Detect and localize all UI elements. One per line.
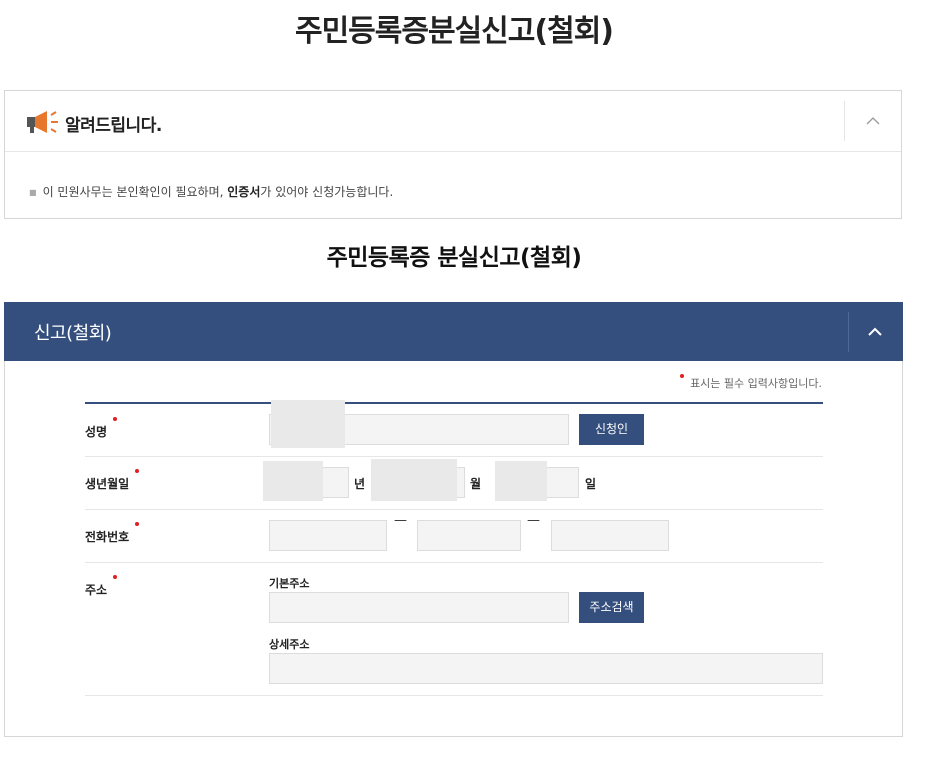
notice-text: ■ 이 민원사무는 본인확인이 필요하며, 인증서가 있어야 신청가능합니다.	[29, 183, 393, 200]
form-top-border	[85, 402, 823, 404]
month-unit: 월	[470, 477, 482, 491]
notice-header: 알려드립니다.	[5, 91, 901, 152]
basic-address-input[interactable]	[269, 592, 569, 623]
required-note: 표시는 필수 입력사항입니다.	[680, 374, 822, 391]
phone-separator: —	[527, 513, 540, 528]
notice-text-after: 가 있어야 신청가능합니다.	[260, 185, 394, 199]
redacted-year	[263, 461, 323, 501]
required-dot	[135, 469, 140, 473]
notice-box: 알려드립니다. ■ 이 민원사무는 본인확인이 필요하며, 인증서가 있어야 신청…	[4, 90, 902, 219]
phone-part1-input[interactable]	[269, 520, 387, 551]
row-divider	[85, 509, 823, 510]
redacted-month	[371, 459, 457, 501]
birth-label-text: 생년월일	[85, 477, 130, 491]
notice-text-before: 이 민원사무는 본인확인이 필요하며,	[42, 185, 228, 199]
panel-header: 신고(철회)	[4, 302, 903, 361]
required-dot	[680, 374, 685, 378]
detail-address-label: 상세주소	[269, 638, 310, 651]
form-panel: 신고(철회) 표시는 필수 입력사항입니다. 성명 신청인 생년월일 년 월 일…	[4, 302, 903, 737]
basic-address-label: 기본주소	[269, 577, 310, 590]
required-dot	[113, 417, 118, 421]
phone-separator: —	[394, 513, 407, 528]
phone-label: 전화번호	[85, 522, 140, 545]
section-title: 주민등록증 분실신고(철회)	[326, 245, 582, 271]
detail-address-input[interactable]	[269, 653, 823, 684]
bullet-icon: ■	[29, 188, 37, 197]
panel-divider	[848, 312, 849, 352]
redacted-day	[495, 461, 547, 501]
name-label: 성명	[85, 417, 118, 440]
required-dot	[135, 522, 140, 526]
day-unit: 일	[585, 477, 597, 491]
chevron-up-icon[interactable]	[867, 324, 883, 340]
name-label-text: 성명	[85, 425, 108, 439]
megaphone-icon	[27, 111, 58, 133]
chevron-up-icon[interactable]	[865, 113, 881, 129]
required-dot	[113, 575, 118, 579]
address-search-button[interactable]: 주소검색	[579, 592, 644, 623]
year-unit: 년	[354, 477, 366, 491]
notice-text-bold: 인증서	[227, 185, 261, 199]
row-divider	[85, 456, 823, 457]
birth-label: 생년월일	[85, 469, 140, 492]
applicant-button[interactable]: 신청인	[579, 414, 644, 445]
address-label-text: 주소	[85, 583, 108, 597]
address-label: 주소	[85, 575, 118, 598]
panel-title: 신고(철회)	[34, 323, 112, 344]
notice-divider	[844, 101, 845, 141]
page-title: 주민등록증분실신고(철회)	[294, 14, 614, 49]
notice-title: 알려드립니다.	[65, 116, 162, 136]
phone-part3-input[interactable]	[551, 520, 669, 551]
required-note-text: 표시는 필수 입력사항입니다.	[690, 377, 822, 390]
phone-label-text: 전화번호	[85, 530, 130, 544]
phone-part2-input[interactable]	[417, 520, 521, 551]
redacted-name	[271, 400, 345, 448]
row-divider	[85, 562, 823, 563]
row-divider	[85, 695, 823, 696]
